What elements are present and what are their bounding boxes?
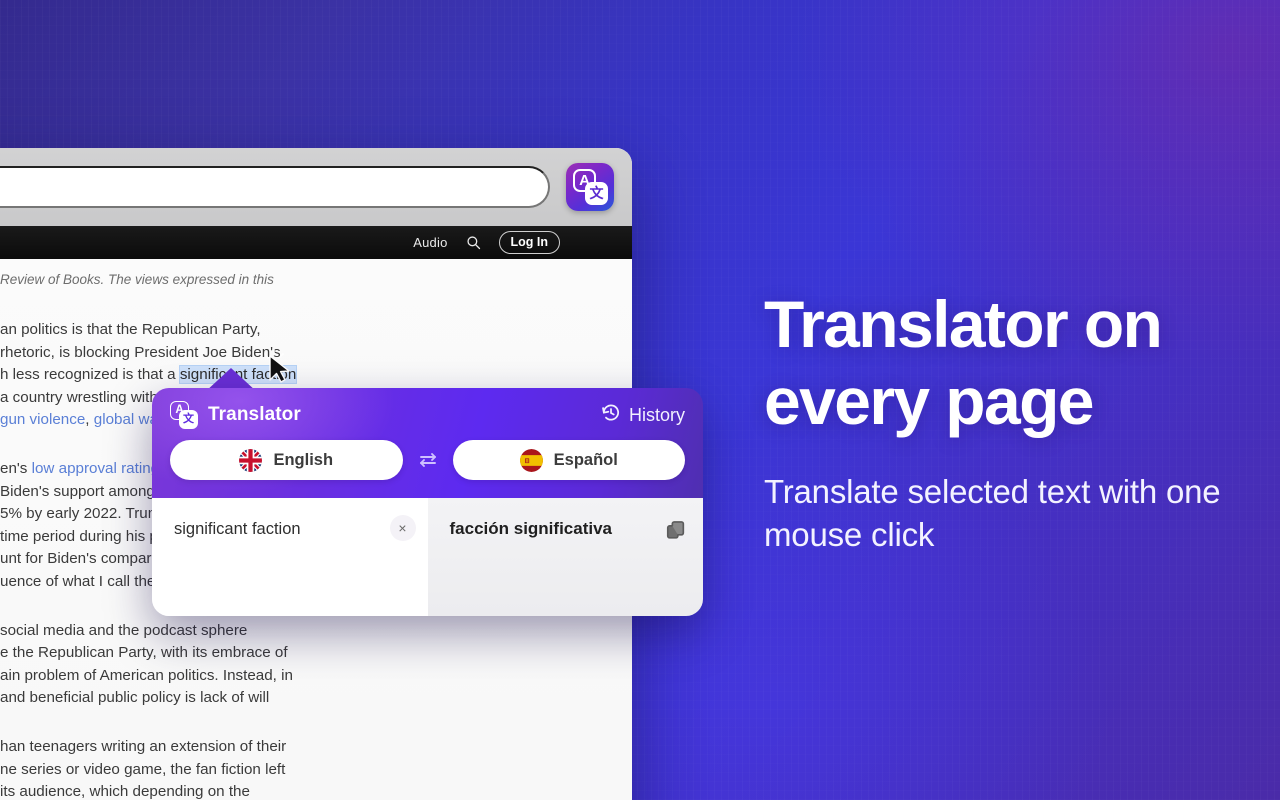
language-selector-row: English Español bbox=[170, 438, 685, 480]
swap-languages-button[interactable] bbox=[413, 448, 443, 472]
article-line: en's bbox=[0, 459, 32, 477]
translator-title: Translator bbox=[208, 404, 301, 425]
target-text: facción significativa bbox=[449, 519, 613, 538]
article-byline: Review of Books. The views expressed in … bbox=[0, 272, 274, 287]
source-language-button[interactable]: English bbox=[170, 440, 403, 480]
article-paragraph-4: han teenagers writing an extension of th… bbox=[0, 736, 588, 800]
article-line: an politics is that the Republican Party… bbox=[0, 321, 261, 338]
target-language-label: Español bbox=[553, 450, 618, 469]
article-line: Biden's support among bbox=[0, 482, 155, 500]
nav-item-audio[interactable]: Audio bbox=[413, 235, 447, 250]
article-line: uence of what I call the " bbox=[0, 572, 165, 590]
flag-spain-icon bbox=[519, 448, 543, 472]
article-line: and beneficial public policy is lack of … bbox=[0, 689, 270, 707]
source-language-label: English bbox=[273, 450, 334, 469]
translator-popup-body: significant faction × facción significat… bbox=[152, 498, 703, 616]
article-line: han teenagers writing an extension of th… bbox=[0, 737, 287, 755]
flag-uk-icon bbox=[239, 448, 263, 472]
article-paragraph-3: social media and the podcast sphere e th… bbox=[0, 620, 588, 710]
article-line: e the Republican Party, with its embrace… bbox=[0, 644, 288, 662]
login-button[interactable]: Log In bbox=[498, 231, 560, 254]
source-text-panel[interactable]: significant faction × bbox=[152, 498, 428, 616]
translator-brand: A 文 Translator bbox=[170, 401, 301, 429]
history-label: History bbox=[628, 404, 685, 425]
promo-canvas: A 文 Audio Log In Review of Books. The vi… bbox=[0, 0, 1280, 800]
article-line: 5% by early 2022. Trump bbox=[0, 505, 169, 523]
promo-copy: Translator on every page Translate selec… bbox=[764, 286, 1234, 556]
article-line: h less recognized is that a bbox=[0, 366, 180, 384]
browser-toolbar: A 文 bbox=[0, 148, 632, 226]
copy-icon[interactable] bbox=[665, 519, 687, 541]
website-navbar: Audio Log In bbox=[0, 226, 632, 259]
search-icon[interactable] bbox=[466, 235, 481, 250]
target-text-panel: facción significativa bbox=[427, 498, 703, 616]
history-button[interactable]: History bbox=[600, 402, 685, 429]
article-line: ain problem of American politics. Instea… bbox=[0, 666, 293, 684]
translator-extension-icon[interactable]: A 文 bbox=[566, 163, 614, 211]
translator-popup-header: A 文 Translator History English Español bbox=[152, 388, 703, 498]
article-link-gun-violence[interactable]: gun violence bbox=[0, 411, 85, 428]
target-language-button[interactable]: Español bbox=[452, 440, 685, 480]
promo-headline: Translator on every page bbox=[764, 287, 1163, 438]
logo-cjk-badge-icon: 文 bbox=[179, 410, 198, 429]
article-line: social media and the podcast sphere bbox=[0, 621, 248, 639]
article-line: time period during his pre bbox=[0, 527, 172, 545]
extension-cjk-badge-icon: 文 bbox=[585, 182, 608, 205]
history-clock-icon bbox=[600, 402, 622, 429]
translator-logo-icon: A 文 bbox=[170, 401, 198, 429]
article-line: unt for Biden's comparat bbox=[0, 550, 165, 568]
article-link-approval-ratings[interactable]: low approval ratings, bbox=[32, 460, 171, 477]
promo-subheadline: Translate selected text with one mouse c… bbox=[764, 473, 1221, 553]
clear-source-button[interactable]: × bbox=[389, 515, 416, 541]
source-text: significant faction bbox=[174, 520, 301, 538]
article-line: ne series or video game, the fan fiction… bbox=[0, 760, 286, 778]
mouse-cursor-icon bbox=[262, 348, 296, 391]
translator-popup: A 文 Translator History English Español s… bbox=[152, 388, 703, 616]
article-line: its audience, which depending on the bbox=[0, 783, 250, 800]
article-line: rhetoric, is blocking President Joe Bide… bbox=[0, 343, 281, 361]
address-bar[interactable] bbox=[0, 166, 550, 208]
